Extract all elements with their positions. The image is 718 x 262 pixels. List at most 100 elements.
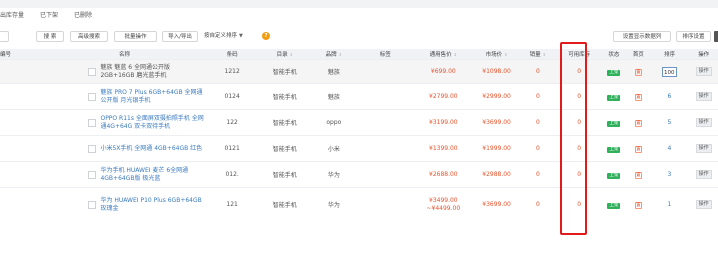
row-tags: [358, 83, 412, 110]
col-sales[interactable]: 销量 ⇕: [518, 49, 558, 60]
product-name-link[interactable]: 魅族 魅蓝 6 全网通公开版 2GB+16GB 磨光蓝手机: [100, 64, 205, 80]
row-sales: 0: [518, 83, 558, 110]
col-sales-label: 销量: [529, 52, 541, 58]
tab-unlisted[interactable]: 已下架: [32, 10, 66, 22]
row-sort-cell: 100: [649, 59, 690, 84]
homepage-badge[interactable]: 置: [634, 171, 642, 179]
row-ops-cell: 操作: [689, 109, 718, 136]
operation-button[interactable]: 操作: [695, 170, 712, 179]
row-id: [0, 109, 46, 136]
col-brand[interactable]: 品牌 ⇕: [308, 49, 359, 60]
product-name-link[interactable]: OPPO R11s 全面屏双摄拍照手机 全网通4G+64G 双卡双待手机: [100, 115, 205, 131]
table-row: 小米5X手机 全网通 4GB+64GB 红色 0121 智能手机 小米 ¥139…: [0, 135, 718, 162]
import-export-button[interactable]: 导入/导出: [162, 31, 198, 42]
row-tags: [358, 161, 412, 188]
col-brand-label: 品牌: [325, 52, 337, 58]
status-badge[interactable]: 上架: [607, 172, 621, 179]
display-fields-button[interactable]: 设置显示数据列: [613, 31, 671, 42]
row-home-cell: 置: [626, 187, 650, 221]
row-sales: 0: [518, 59, 558, 84]
row-ops-cell: 操作: [689, 83, 718, 110]
product-thumbnail: [88, 92, 97, 101]
row-id: [0, 161, 46, 188]
status-badge[interactable]: 上架: [607, 202, 621, 209]
table-row: 魅族 魅蓝 6 全网通公开版 2GB+16GB 磨光蓝手机 1212 智能手机 …: [0, 59, 718, 84]
row-brand: 华为: [308, 161, 359, 188]
toolbar-edge-button[interactable]: [0, 31, 9, 42]
row-status-cell: 上架: [600, 83, 627, 110]
sort-icon: ⇕: [453, 52, 457, 57]
col-category[interactable]: 目录 ⇕: [260, 49, 309, 60]
homepage-badge[interactable]: 置: [634, 68, 642, 76]
row-id: [0, 135, 46, 162]
col-ops: 操作: [689, 49, 718, 60]
sort-select-value: 按自定义排序: [204, 33, 238, 39]
operation-button[interactable]: 操作: [695, 200, 712, 209]
homepage-badge[interactable]: 置: [634, 93, 642, 101]
product-name-link[interactable]: 魅族 PRO 7 Plus 6GB+64GB 全网通公开版 月光银手机: [100, 89, 205, 105]
row-ops-cell: 操作: [689, 135, 718, 162]
status-badge[interactable]: 上架: [607, 120, 621, 127]
row-sort-value[interactable]: 1: [649, 187, 690, 221]
col-name: 名称: [45, 49, 204, 60]
table-row: 魅族 PRO 7 Plus 6GB+64GB 全网通公开版 月光银手机 0124…: [0, 83, 718, 110]
product-thumbnail: [88, 144, 97, 153]
tab-deleted[interactable]: 已删除: [66, 10, 100, 22]
homepage-badge[interactable]: 置: [634, 145, 642, 153]
row-brand: oppo: [308, 109, 359, 136]
row-id: [0, 187, 46, 221]
row-price: ¥2688.00: [411, 161, 476, 188]
status-tabs: 出库存量 已下架 已删除: [0, 10, 100, 22]
advanced-search-button[interactable]: 高级搜索: [70, 31, 108, 42]
operation-button[interactable]: 操作: [695, 92, 712, 101]
tab-in-stock[interactable]: 出库存量: [0, 10, 32, 22]
col-price[interactable]: 通用售价 ⇕: [411, 49, 476, 60]
help-icon[interactable]: ?: [262, 32, 270, 40]
search-button[interactable]: 搜 索: [36, 31, 64, 42]
status-badge[interactable]: 上架: [607, 146, 621, 153]
col-market-price[interactable]: 市场价 ⇕: [475, 49, 519, 60]
product-name-link[interactable]: 华为手机 HUAWEI 麦芒 6全网通 4GB+64GB版 极光蓝: [100, 167, 205, 183]
operation-button[interactable]: 操作: [695, 144, 712, 153]
operation-button[interactable]: 操作: [695, 118, 712, 127]
status-badge[interactable]: 上架: [607, 69, 621, 76]
batch-operation-button[interactable]: 批量操作: [114, 31, 157, 42]
top-strip: [0, 0, 718, 8]
col-price-label: 通用售价: [429, 52, 452, 58]
product-name-link[interactable]: 小米5X手机 全网通 4GB+64GB 红色: [100, 145, 205, 153]
col-home: 首页: [626, 49, 650, 60]
sort-settings-button[interactable]: 排序设置: [676, 31, 711, 42]
row-sort-value[interactable]: 5: [649, 109, 690, 136]
row-ops-cell: 操作: [689, 161, 718, 188]
homepage-badge[interactable]: 置: [634, 119, 642, 127]
row-barcode: 121: [203, 187, 261, 221]
col-tags: 标签: [358, 49, 412, 60]
sort-input[interactable]: 100: [661, 66, 677, 77]
col-category-label: 目录: [276, 52, 288, 58]
sort-icon: ⇕: [338, 52, 343, 57]
row-home-cell: 置: [626, 59, 650, 84]
row-name-cell: 华为 HUAWEI P10 Plus 6GB+64GB 玫瑰金: [45, 187, 205, 221]
row-sort-value[interactable]: 4: [649, 135, 690, 162]
row-name-cell: 魅族 魅蓝 6 全网通公开版 2GB+16GB 磨光蓝手机: [45, 59, 205, 84]
row-category: 智能手机: [260, 83, 309, 110]
row-category: 智能手机: [260, 59, 309, 84]
operation-button[interactable]: 操作: [695, 67, 712, 76]
row-status-cell: 上架: [600, 109, 627, 136]
product-name-link[interactable]: 华为 HUAWEI P10 Plus 6GB+64GB 玫瑰金: [100, 197, 205, 213]
row-category: 智能手机: [260, 187, 309, 221]
row-sort-value[interactable]: 3: [649, 161, 690, 188]
sort-select[interactable]: 按自定义排序 ▼: [204, 31, 243, 42]
row-sort-value[interactable]: 6: [649, 83, 690, 110]
row-category: 智能手机: [260, 135, 309, 162]
row-barcode: 0124: [203, 83, 261, 110]
row-price: ¥1399.00: [411, 135, 476, 162]
row-status-cell: 上架: [600, 59, 627, 84]
product-thumbnail: [88, 118, 97, 127]
homepage-badge[interactable]: 置: [634, 201, 642, 209]
product-table: 编号 名称 条码 目录 ⇕ 品牌 ⇕ 标签 通用售价 ⇕ 市场价 ⇕ 销量 ⇕ 可用库存 …: [0, 49, 718, 221]
col-id: 编号: [0, 49, 46, 60]
status-badge[interactable]: 上架: [607, 94, 621, 101]
col-barcode: 条码: [203, 49, 261, 60]
row-market-price: ¥3699.00: [475, 109, 519, 136]
